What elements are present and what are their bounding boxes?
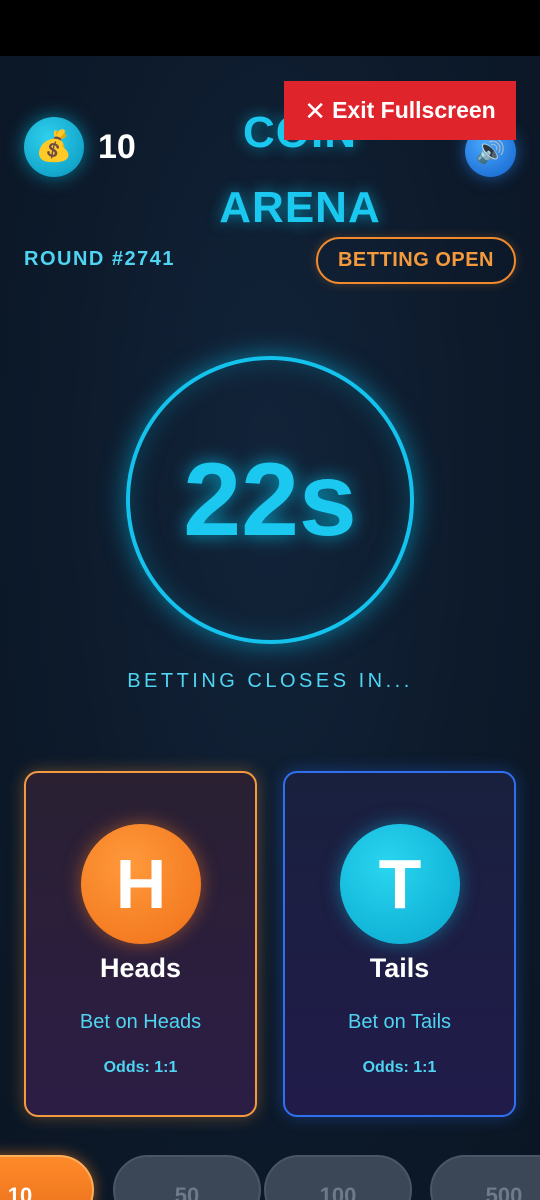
- balance-value: 10: [98, 127, 136, 166]
- close-icon: ✕: [304, 95, 327, 126]
- bet-card-subtitle: Bet on Heads: [79, 1011, 202, 1033]
- speaker-icon: 🔊: [475, 138, 506, 165]
- balance-display: 💰 10: [24, 117, 136, 177]
- bet-card-heads[interactable]: H Heads Bet on Heads Odds: 1:1: [24, 771, 257, 1117]
- bet-card-odds: Odds: 1:1: [362, 1059, 437, 1076]
- timer-value: 22s: [183, 441, 357, 558]
- exit-fullscreen-label: Exit Fullscreen: [332, 97, 496, 123]
- chip-10[interactable]: 10: [0, 1155, 94, 1200]
- status-bar: [0, 0, 540, 56]
- exit-fullscreen-button[interactable]: ✕ Exit Fullscreen: [284, 81, 516, 140]
- chip-50[interactable]: 50: [113, 1155, 261, 1200]
- timer-caption: BETTING CLOSES IN...: [127, 670, 413, 692]
- heads-coin-icon: H: [81, 824, 201, 944]
- tails-coin-icon: T: [340, 824, 460, 944]
- status-badge: BETTING OPEN: [316, 237, 516, 284]
- countdown-timer: 22s: [126, 356, 414, 644]
- round-number: ROUND #2741: [24, 248, 176, 270]
- bet-card-subtitle: Bet on Tails: [347, 1011, 452, 1033]
- bet-card-tails[interactable]: T Tails Bet on Tails Odds: 1:1: [283, 771, 516, 1117]
- bet-card-title: Heads: [99, 953, 182, 983]
- coin-arena-screen: 💰 10 COIN ARENA 🔊 ✕ Exit Fullscreen ROUN…: [0, 0, 540, 1200]
- bet-card-odds: Odds: 1:1: [103, 1059, 178, 1076]
- chip-500[interactable]: 500: [430, 1155, 540, 1200]
- money-bag-icon: 💰: [24, 117, 84, 177]
- app-title-line2: ARENA: [219, 182, 381, 232]
- chip-100[interactable]: 100: [264, 1155, 412, 1200]
- bet-card-title: Tails: [369, 953, 430, 983]
